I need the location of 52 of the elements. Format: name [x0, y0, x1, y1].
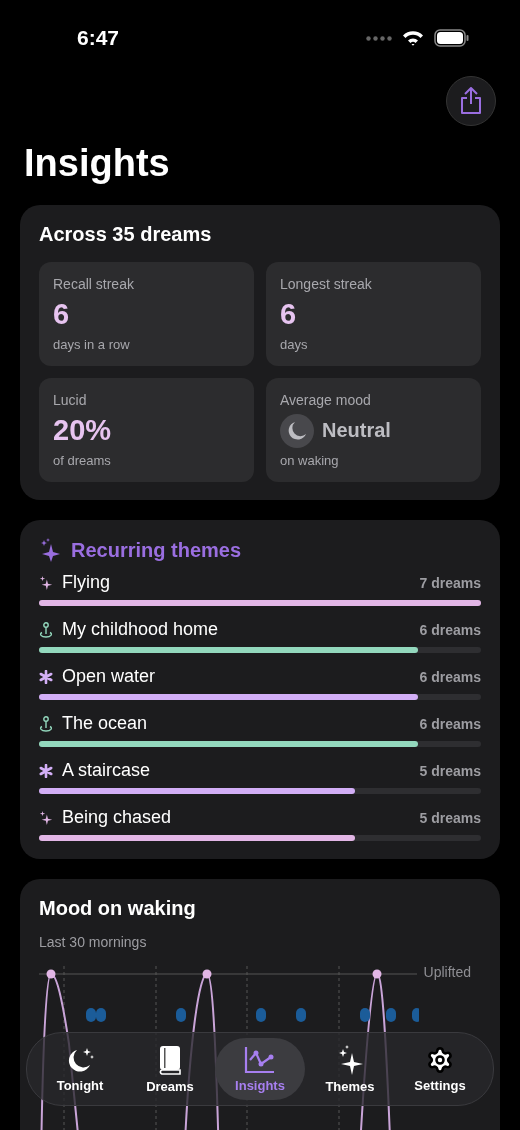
tab[interactable]: Tonight [35, 1038, 125, 1100]
card-heading: Across 35 dreams [39, 223, 213, 246]
wifi-icon [402, 30, 424, 46]
theme-count: 6 dreams [419, 715, 481, 732]
stat-label: Lucid [53, 392, 88, 408]
theme-count: 6 dreams [419, 621, 481, 638]
chart-subtitle: Last 30 mornings [39, 934, 148, 950]
pin-icon [39, 715, 53, 732]
stat-value: 6 [53, 298, 71, 331]
asterisk-icon [39, 763, 53, 778]
share-icon [459, 87, 483, 115]
sparkle-icon [39, 810, 53, 825]
pin-icon [39, 621, 53, 638]
theme-name: The ocean [62, 713, 149, 734]
sparkle-icon [39, 575, 53, 590]
card-heading: Mood on waking [39, 897, 197, 920]
theme-name: Flying [62, 572, 111, 593]
tab[interactable]: Settings [395, 1038, 485, 1100]
moon-icon [280, 413, 314, 448]
page-title: Insights [24, 142, 171, 185]
tab[interactable]: Insights [215, 1038, 305, 1100]
theme-name: Being chased [62, 807, 173, 828]
battery-icon [434, 29, 470, 47]
tab[interactable]: Themes [305, 1038, 395, 1100]
status-time: 6:47 [77, 26, 120, 50]
theme-name: My childhood home [62, 619, 220, 640]
stat-caption: of dreams [53, 453, 112, 468]
asterisk-icon [39, 669, 53, 684]
tab[interactable]: Dreams [125, 1038, 215, 1100]
stat-value: Neutral [322, 419, 391, 442]
theme-name: Open water [62, 666, 157, 687]
card-heading: Recurring themes [71, 538, 242, 562]
line-chart-icon [244, 1045, 276, 1074]
stat-label: Average mood [280, 392, 372, 408]
stat-label: Longest streak [280, 276, 373, 292]
theme-count: 5 dreams [419, 762, 481, 779]
stat-caption: days in a row [53, 337, 131, 352]
theme-count: 7 dreams [419, 574, 481, 591]
axis-label: Uplifted [423, 964, 471, 980]
stat-label: Recall streak [53, 276, 135, 292]
stat-caption: on waking [280, 453, 340, 468]
stat-value: 20% [53, 414, 113, 447]
stat-value: 6 [280, 298, 298, 331]
book-icon [158, 1044, 182, 1075]
stat-caption: days [280, 337, 309, 352]
share-button[interactable] [446, 76, 496, 126]
signal-icon [366, 35, 392, 41]
sparkles-icon [39, 538, 61, 562]
settings-icon [426, 1045, 454, 1074]
theme-name: A staircase [62, 760, 152, 781]
theme-count: 5 dreams [419, 809, 481, 826]
theme-count: 6 dreams [419, 668, 481, 685]
